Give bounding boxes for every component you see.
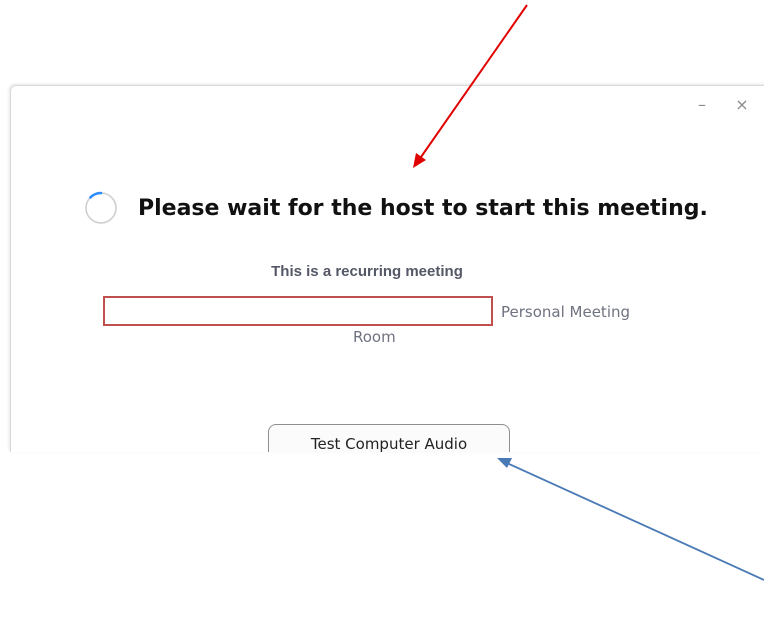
recurring-meeting-label: This is a recurring meeting xyxy=(271,263,463,280)
blue-annotation-arrow xyxy=(506,462,764,581)
test-computer-audio-button[interactable]: Test Computer Audio xyxy=(268,424,510,452)
blue-arrowhead-icon xyxy=(497,458,512,468)
meeting-id-highlight-box xyxy=(103,296,493,326)
minimize-icon[interactable]: – xyxy=(693,96,711,114)
loading-spinner-icon xyxy=(85,191,117,224)
personal-meeting-room-label-line2: Room xyxy=(353,328,396,346)
close-icon[interactable]: × xyxy=(733,96,751,114)
screenshot-canvas: – × Please wait for the host to start th… xyxy=(0,0,764,621)
personal-meeting-room-label: Personal Meeting xyxy=(501,303,631,321)
waiting-room-dialog: – × Please wait for the host to start th… xyxy=(10,85,764,452)
page-title: Please wait for the host to start this m… xyxy=(138,195,708,221)
wait-title-row: Please wait for the host to start this m… xyxy=(84,190,708,226)
